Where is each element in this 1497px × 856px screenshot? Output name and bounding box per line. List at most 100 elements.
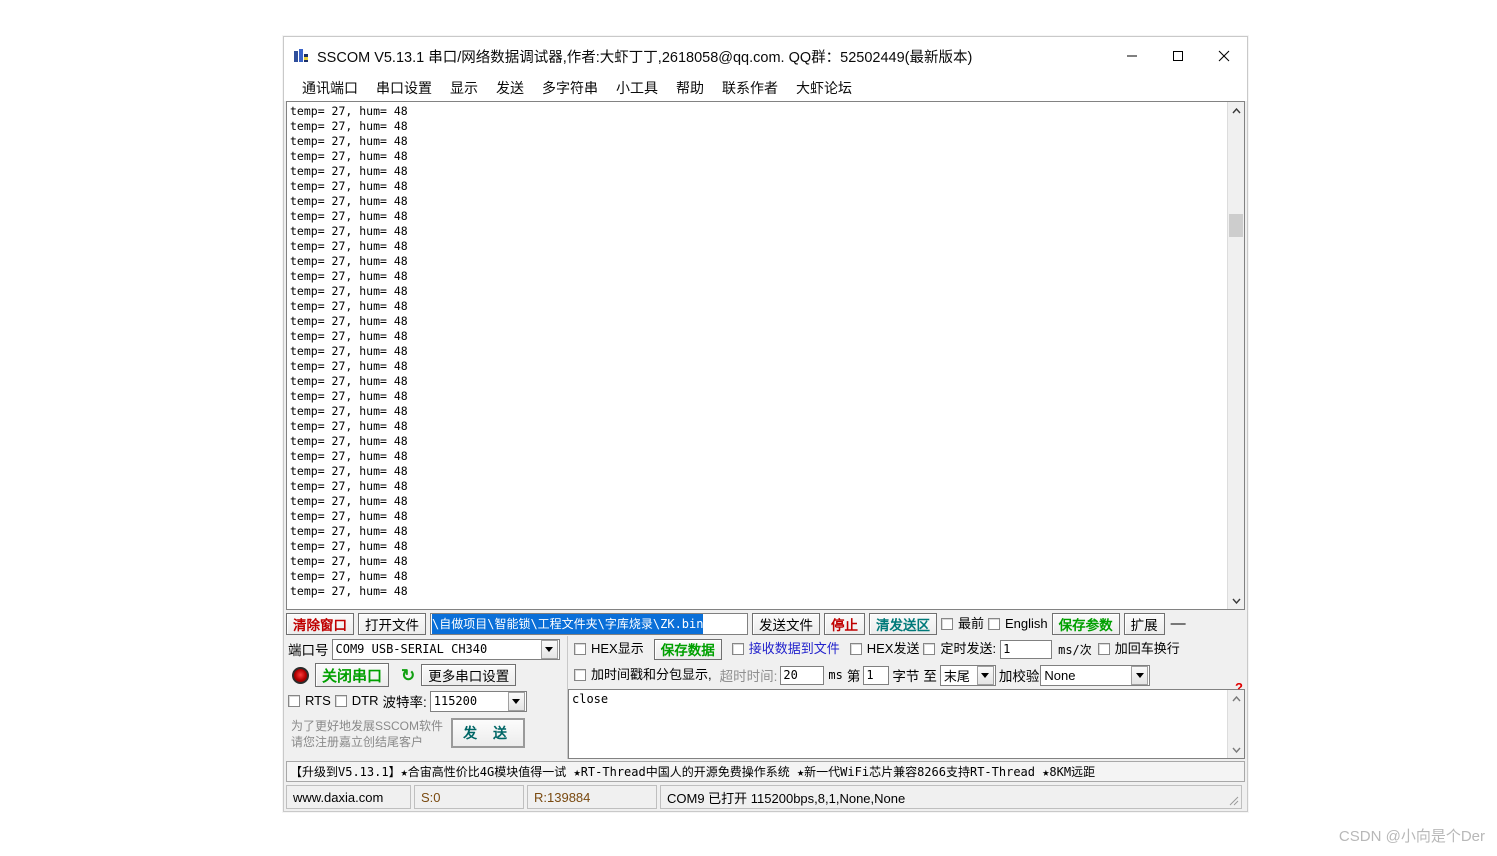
menu-item-display[interactable]: 显示	[441, 75, 487, 101]
chevron-down-icon[interactable]	[507, 691, 525, 711]
timed-send-input[interactable]: 1	[1000, 639, 1053, 659]
topmost-label: 最前	[958, 615, 985, 631]
topmost-checkbox[interactable]: 最前	[941, 615, 985, 631]
send-area-scrollbar[interactable]	[1227, 690, 1244, 758]
menu-item-comm-port[interactable]: 通讯端口	[293, 75, 367, 101]
more-settings-button[interactable]: 更多串口设置	[421, 664, 517, 686]
byte-index-input[interactable]: 1	[863, 665, 890, 685]
english-checkbox[interactable]: English	[988, 616, 1048, 631]
dtr-checkbox-box[interactable]	[334, 695, 347, 707]
port-select[interactable]: COM9 USB-SERIAL CH340	[331, 638, 560, 660]
hex-send-checkbox[interactable]: HEX发送	[849, 642, 919, 656]
rts-checkbox[interactable]: RTS	[288, 694, 331, 708]
recv-to-file-checkbox[interactable]: 接收数据到文件	[731, 642, 840, 656]
send-scrollbar-track[interactable]	[1228, 707, 1244, 741]
byte-end-select[interactable]: 末尾	[939, 664, 996, 686]
receive-line: temp= 27, hum= 48	[290, 194, 408, 208]
chevron-down-icon[interactable]	[540, 639, 558, 659]
send-scroll-down-arrow-icon[interactable]	[1228, 741, 1244, 758]
promo-marquee[interactable]: 【升级到V5.13.1】★合宙高性价比4G模块值得一试 ★RT-Thread中国…	[286, 761, 1245, 782]
hex-display-checkbox-box[interactable]	[574, 643, 586, 655]
send-scroll-up-arrow-icon[interactable]	[1228, 690, 1244, 707]
timed-send-checkbox-box[interactable]	[923, 643, 936, 655]
receive-line: temp= 27, hum= 48	[290, 494, 408, 508]
receive-line: temp= 27, hum= 48	[290, 179, 408, 193]
scrollbar-track[interactable]	[1228, 119, 1244, 592]
receive-line: temp= 27, hum= 48	[290, 449, 408, 463]
menu-item-send[interactable]: 发送	[487, 75, 533, 101]
timeout-input[interactable]: 20	[780, 665, 825, 685]
send-file-button[interactable]: 发送文件	[752, 612, 820, 635]
scrollbar-thumb[interactable]	[1229, 213, 1243, 238]
status-connection-text: COM9 已打开 115200bps,8,1,None,None	[667, 790, 906, 806]
app-icon	[293, 48, 309, 64]
menu-item-contact[interactable]: 联系作者	[713, 75, 787, 101]
byte-to-label: 至	[923, 669, 937, 684]
save-params-button[interactable]: 保存参数	[1051, 612, 1120, 635]
receive-line: temp= 27, hum= 48	[290, 254, 408, 268]
timestamp-checkbox[interactable]: 加时间戳和分包显示,	[574, 668, 712, 682]
timestamp-label: 加时间戳和分包显示,	[591, 667, 712, 682]
rts-checkbox-box[interactable]	[288, 695, 300, 707]
add-crlf-checkbox-box[interactable]	[1097, 643, 1110, 655]
open-file-button[interactable]: 打开文件	[358, 612, 426, 635]
send-text-input[interactable]: close	[569, 690, 1227, 758]
send-button[interactable]: 发 送	[451, 718, 526, 748]
recv-to-file-checkbox-box[interactable]	[731, 643, 744, 655]
serial-settings-column: 端口号 COM9 USB-SERIAL CH340 关闭串口 ↻ 更多串口设置 …	[286, 636, 568, 759]
menu-item-help[interactable]: 帮助	[667, 75, 713, 101]
action-toolbar: 清除窗口 打开文件 \自做项目\智能锁\工程文件夹\字库烧录\ZK.bin 发送…	[284, 610, 1247, 636]
receive-scrollbar[interactable]	[1227, 102, 1244, 609]
window-controls	[1109, 37, 1247, 75]
receive-line: temp= 27, hum= 48	[290, 539, 408, 553]
save-data-button[interactable]: 保存数据	[653, 638, 722, 660]
stop-button[interactable]: 停止	[824, 612, 865, 635]
resize-grip-icon[interactable]	[1227, 794, 1239, 806]
menu-item-multi-string[interactable]: 多字符串	[533, 75, 607, 101]
baud-value: 115200	[433, 694, 478, 708]
timestamp-checkbox-box[interactable]	[574, 669, 586, 681]
receive-line: temp= 27, hum= 48	[290, 464, 408, 478]
baud-label: 波特率:	[382, 695, 427, 710]
status-sent: S:0	[414, 785, 524, 809]
menu-item-tools[interactable]: 小工具	[607, 75, 667, 101]
topmost-checkbox-box[interactable]	[941, 617, 953, 630]
hex-display-label: HEX显示	[591, 641, 644, 656]
file-path-value: \自做项目\智能锁\工程文件夹\字库烧录\ZK.bin	[432, 613, 704, 634]
checksum-select[interactable]: None	[1040, 664, 1151, 686]
menu-item-forum[interactable]: 大虾论坛	[787, 75, 861, 101]
chevron-down-icon[interactable]	[1131, 665, 1149, 685]
refresh-icon[interactable]: ↻	[401, 667, 415, 684]
scroll-up-arrow-icon[interactable]	[1228, 102, 1244, 119]
promo-line-1: 为了更好地发展SSCOM软件	[291, 719, 444, 733]
receive-line: temp= 27, hum= 48	[290, 389, 408, 403]
timed-send-checkbox[interactable]: 定时发送:	[923, 642, 996, 656]
minimize-button[interactable]	[1109, 37, 1155, 75]
hex-display-checkbox[interactable]: HEX显示	[574, 642, 644, 656]
maximize-button[interactable]	[1155, 37, 1201, 75]
clear-window-button[interactable]: 清除窗口	[286, 612, 354, 635]
receive-line: temp= 27, hum= 48	[290, 314, 408, 328]
chevron-down-icon[interactable]	[976, 665, 994, 685]
receive-text[interactable]: temp= 27, hum= 48 temp= 27, hum= 48 temp= …	[287, 102, 1227, 609]
hex-send-checkbox-box[interactable]	[849, 643, 862, 655]
byte-end-value: 末尾	[943, 668, 970, 684]
receive-line: temp= 27, hum= 48	[290, 404, 408, 418]
status-site[interactable]: www.daxia.com	[286, 785, 411, 809]
scroll-down-arrow-icon[interactable]	[1228, 592, 1244, 609]
receive-line: temp= 27, hum= 48	[290, 149, 408, 163]
close-port-button[interactable]: 关闭串口	[315, 663, 390, 687]
add-crlf-checkbox[interactable]: 加回车换行	[1097, 642, 1180, 656]
clear-send-area-button[interactable]: 清发送区	[869, 612, 937, 635]
collapse-button[interactable]: —	[1169, 614, 1188, 634]
close-button[interactable]	[1201, 37, 1247, 75]
english-checkbox-box[interactable]	[988, 617, 1001, 630]
timeout-label: 超时时间:	[719, 669, 778, 684]
baud-select[interactable]: 115200	[429, 690, 527, 712]
extend-button[interactable]: 扩展	[1123, 612, 1165, 635]
receive-line: temp= 27, hum= 48	[290, 479, 408, 493]
file-path-input[interactable]: \自做项目\智能锁\工程文件夹\字库烧录\ZK.bin	[430, 612, 748, 635]
dtr-checkbox[interactable]: DTR	[334, 694, 378, 708]
receive-line: temp= 27, hum= 48	[290, 224, 408, 238]
menu-item-serial-config[interactable]: 串口设置	[367, 75, 441, 101]
